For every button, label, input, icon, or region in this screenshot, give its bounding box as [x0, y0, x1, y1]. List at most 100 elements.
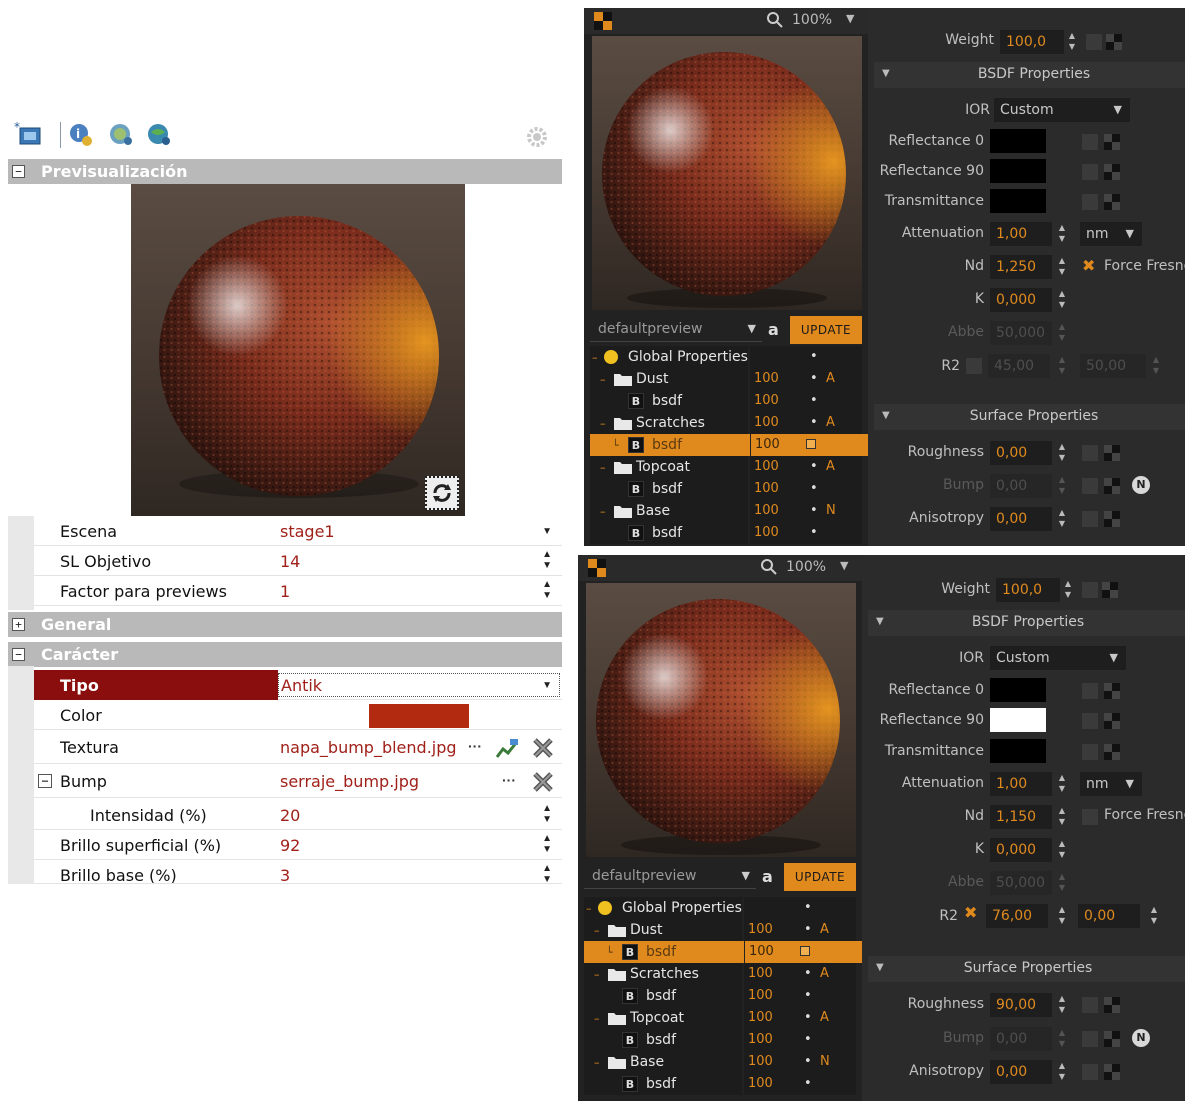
tree-row-selected[interactable]: └ B bsdf 100	[584, 941, 862, 963]
attenuation-field[interactable]: 1,00	[990, 222, 1052, 246]
tree-row[interactable]: – Global Properties •	[584, 897, 862, 919]
color-row[interactable]: Color	[34, 700, 562, 730]
texture-row[interactable]: Textura napa_bump_blend.jpg ···	[34, 732, 562, 764]
weight-field[interactable]: 100,0	[996, 578, 1060, 602]
clear-texture-icon[interactable]	[532, 737, 553, 758]
reflectance90-texture-icon[interactable]	[1102, 711, 1122, 731]
roughness-texture-icon[interactable]	[1102, 995, 1122, 1015]
tree-weight[interactable]: 100	[750, 412, 798, 434]
layer-mode-flag[interactable]: A	[826, 368, 835, 390]
roughness-spinner[interactable]: ▲ ▼	[1056, 993, 1068, 1017]
reflectance90-swatch[interactable]	[990, 159, 1046, 183]
tree-row[interactable]: – Dust 100 • A	[590, 368, 868, 390]
type-value[interactable]: Antik	[278, 673, 560, 697]
tree-weight[interactable]: 100	[744, 1007, 792, 1029]
zoom-dropdown-icon[interactable]: ▼	[846, 12, 854, 25]
intensity-row[interactable]: Intensidad (%) 20 ▲ ▼	[34, 800, 562, 830]
tree-weight[interactable]: 100	[744, 919, 792, 941]
update-button[interactable]: UPDATE	[784, 863, 856, 891]
roughness-texture-icon[interactable]	[1102, 443, 1122, 463]
type-row[interactable]: Tipo Antik ▼	[34, 670, 562, 700]
visibility-dot[interactable]: •	[810, 346, 818, 368]
scene-row[interactable]: Escena stage1 ▼	[34, 516, 562, 546]
anisotropy-checkbox[interactable]	[1082, 511, 1098, 527]
surface-properties-header[interactable]: ▼ Surface Properties	[868, 956, 1185, 982]
weight-checkbox[interactable]	[1082, 582, 1098, 598]
bump-texture-icon[interactable]	[1102, 1029, 1122, 1049]
roughness-checkbox[interactable]	[1082, 997, 1098, 1013]
spinner-icon[interactable]: ▲ ▼	[542, 833, 552, 855]
roughness-checkbox[interactable]	[1082, 445, 1098, 461]
abbe-spinner[interactable]: ▲ ▼	[1056, 321, 1068, 345]
clear-bump-icon[interactable]	[532, 771, 553, 792]
tree-row[interactable]: B bsdf 100 •	[590, 478, 868, 500]
visibility-dot[interactable]: •	[804, 963, 812, 985]
preview-scene-select[interactable]: defaultpreview ▼	[584, 863, 756, 889]
visibility-dot[interactable]: •	[810, 390, 818, 412]
new-material-icon[interactable]: *	[14, 120, 41, 146]
visibility-dot[interactable]: •	[810, 522, 818, 544]
tree-weight[interactable]: 100	[744, 1029, 792, 1051]
collapse-icon[interactable]: –	[594, 1056, 600, 1069]
visibility-dot[interactable]: •	[804, 1051, 812, 1073]
nd-spinner[interactable]: ▲ ▼	[1056, 255, 1068, 279]
r2-checked-icon[interactable]: ✖	[964, 903, 977, 922]
bump-checkbox[interactable]	[1082, 1031, 1098, 1047]
tree-weight[interactable]: 100	[744, 985, 792, 1007]
collapse-icon[interactable]: –	[600, 461, 606, 474]
roughness-field[interactable]: 90,00	[990, 993, 1052, 1017]
visibility-toggle[interactable]	[806, 439, 816, 449]
tree-weight[interactable]: 100	[744, 1073, 792, 1095]
spinner-icon[interactable]: ▲ ▼	[542, 803, 552, 825]
reflectance0-checkbox[interactable]	[1082, 683, 1098, 699]
transmittance-checkbox[interactable]	[1082, 744, 1098, 760]
collapse-toggle[interactable]: −	[12, 648, 25, 661]
force-fresnel-checked-icon[interactable]: ✖	[1082, 256, 1095, 275]
anisotropy-texture-icon[interactable]	[1102, 509, 1122, 529]
attenuation-unit-select[interactable]: nm ▼	[1080, 222, 1142, 246]
visibility-dot[interactable]: •	[810, 412, 818, 434]
surface-properties-header[interactable]: ▼ Surface Properties	[874, 404, 1185, 430]
update-button[interactable]: UPDATE	[790, 316, 862, 344]
r2-field[interactable]: 45,00	[988, 354, 1050, 378]
ior-select[interactable]: Custom ▼	[994, 98, 1130, 122]
collapse-icon[interactable]: –	[594, 1012, 600, 1025]
bump-value[interactable]: serraje_bump.jpg	[280, 772, 419, 791]
lock-icon[interactable]: a	[762, 867, 773, 886]
k-field[interactable]: 0,000	[990, 288, 1052, 312]
r2-spinner-2[interactable]: ▲ ▼	[1148, 904, 1160, 928]
visibility-dot[interactable]: •	[804, 1007, 812, 1029]
reflectance0-checkbox[interactable]	[1082, 134, 1098, 150]
collapse-icon[interactable]: –	[600, 373, 606, 386]
anisotropy-texture-icon[interactable]	[1102, 1062, 1122, 1082]
browse-texture-button[interactable]: ···	[468, 738, 482, 754]
r2-field-2[interactable]: 50,00	[1080, 354, 1146, 378]
tree-row[interactable]: – Base 100 • N	[590, 500, 868, 522]
collapse-icon[interactable]: –	[594, 968, 600, 981]
weight-spinner[interactable]: ▲ ▼	[1062, 578, 1074, 602]
reflectance90-checkbox[interactable]	[1082, 164, 1098, 180]
abbe-field[interactable]: 50,000	[990, 321, 1052, 345]
r2-spinner[interactable]: ▲ ▼	[1056, 904, 1068, 928]
tree-weight[interactable]: 100	[750, 500, 798, 522]
abbe-field[interactable]: 50,000	[990, 871, 1052, 895]
zoom-search-icon[interactable]	[760, 558, 778, 576]
section-caracter-header[interactable]: − Carácter	[8, 642, 562, 667]
layer-mode-flag[interactable]: A	[820, 919, 829, 941]
tree-row[interactable]: B bsdf 100 •	[590, 390, 868, 412]
layer-mode-flag[interactable]: A	[826, 456, 835, 478]
sl-objective-value[interactable]: 14	[280, 552, 300, 571]
transmittance-checkbox[interactable]	[1082, 194, 1098, 210]
attenuation-spinner[interactable]: ▲ ▼	[1056, 772, 1068, 796]
section-general-header[interactable]: + General	[8, 612, 562, 637]
base-gloss-row[interactable]: Brillo base (%) 3 ▲ ▼	[34, 860, 562, 884]
bump-row[interactable]: − Bump serraje_bump.jpg ···	[34, 766, 562, 798]
abbe-spinner[interactable]: ▲ ▼	[1056, 871, 1068, 895]
bump-texture-icon[interactable]	[1102, 476, 1122, 496]
edit-texture-icon[interactable]	[495, 737, 518, 758]
tree-weight[interactable]: 100	[750, 456, 798, 478]
spinner-icon[interactable]: ▲ ▼	[542, 863, 552, 883]
transmittance-swatch[interactable]	[990, 739, 1046, 763]
visibility-toggle[interactable]	[800, 946, 810, 956]
weight-texture-icon[interactable]	[1104, 32, 1124, 52]
